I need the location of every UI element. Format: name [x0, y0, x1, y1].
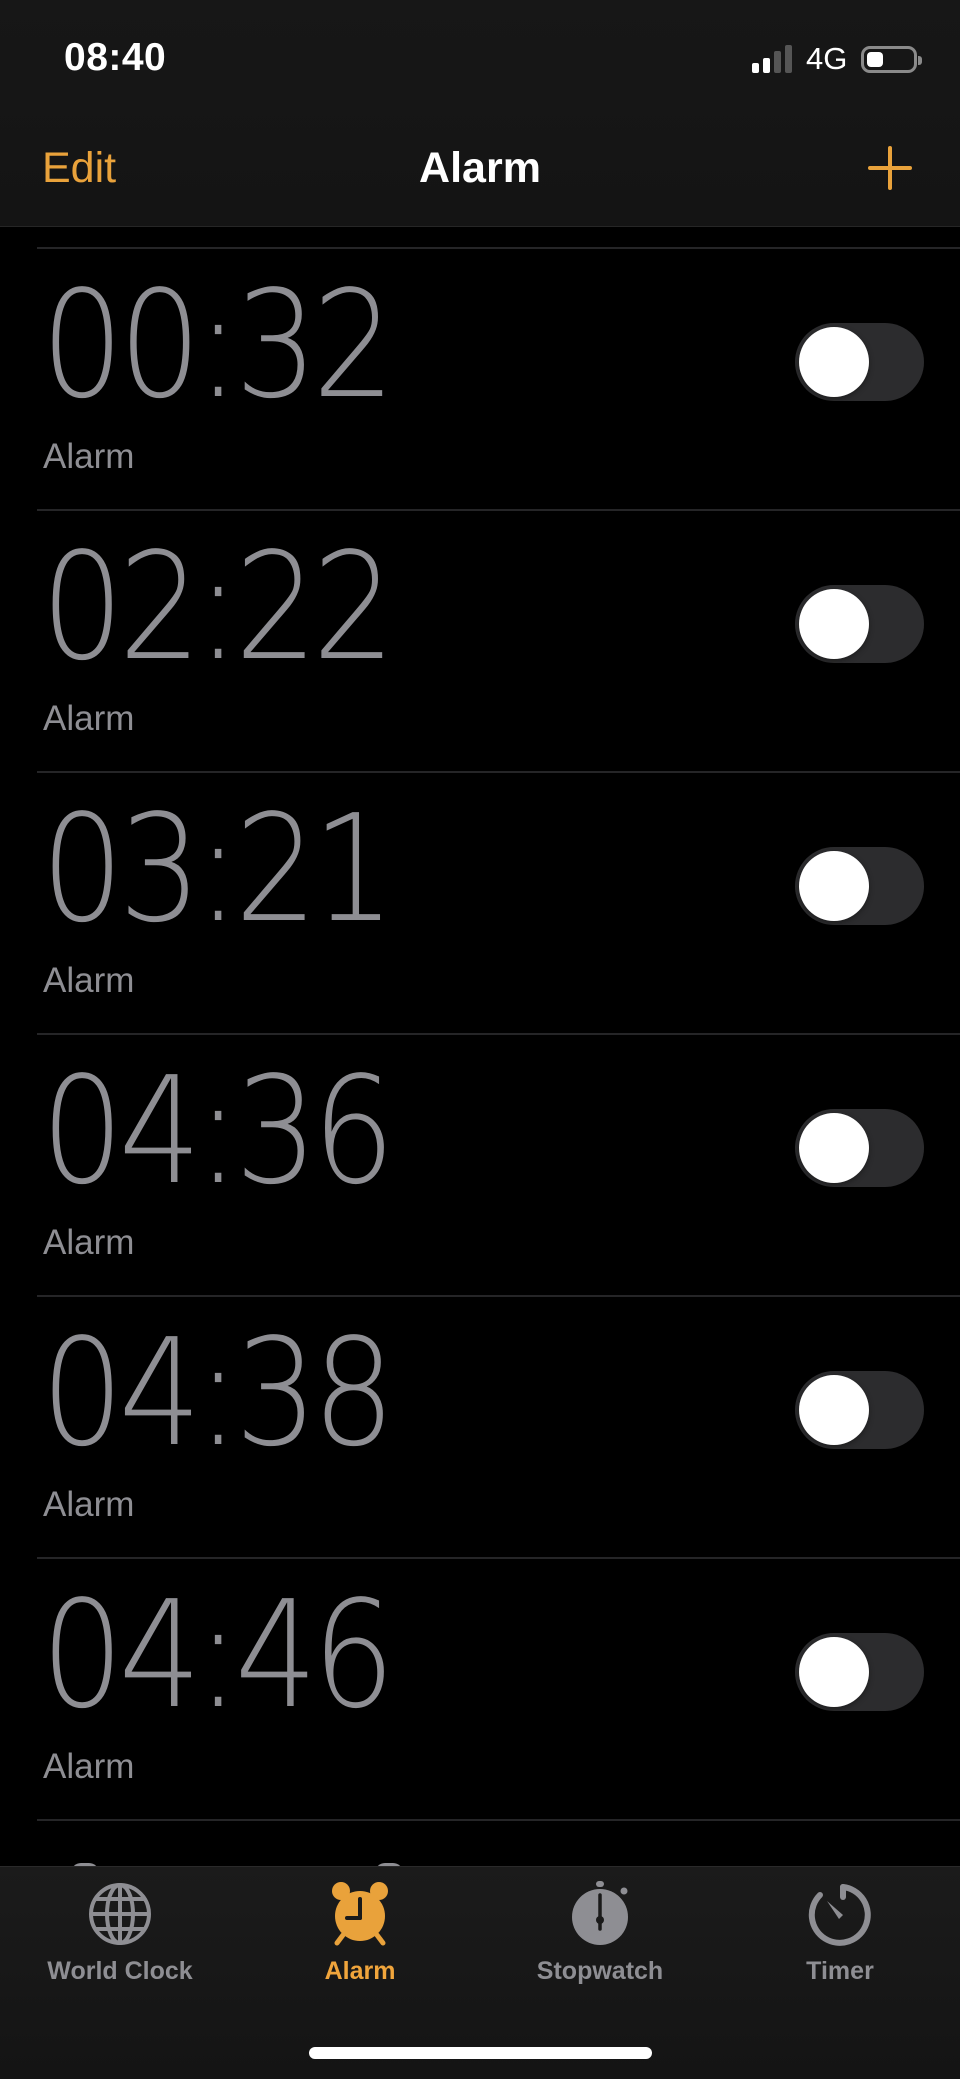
toggle-knob — [799, 327, 869, 397]
alarm-time: 04:46 — [41, 1569, 395, 1741]
tab-world-clock[interactable]: World Clock — [0, 1881, 240, 1991]
tab-bar: World Clock Alarm Stopwatch Timer — [0, 1866, 960, 2079]
alarm-time: 02:22 — [41, 521, 395, 693]
alarm-label: Alarm — [43, 437, 135, 476]
top-bar: 08:40 4G Edit Alarm — [0, 0, 960, 227]
alarm-row[interactable]: 03:21 Alarm — [37, 771, 960, 1033]
alarm-label: Alarm — [43, 1747, 135, 1786]
home-indicator[interactable] — [309, 2047, 652, 2059]
alarm-time: 00:32 — [41, 259, 395, 431]
toggle-knob — [799, 851, 869, 921]
alarm-row[interactable]: 02:22 Alarm — [37, 509, 960, 771]
add-alarm-button[interactable] — [866, 144, 914, 192]
alarm-label: Alarm — [43, 1223, 135, 1262]
globe-icon — [89, 1883, 151, 1945]
tab-stopwatch[interactable]: Stopwatch — [480, 1881, 720, 1991]
tab-alarm[interactable]: Alarm — [240, 1881, 480, 1991]
alarm-toggle[interactable] — [795, 1109, 924, 1187]
alarm-row[interactable]: 04:46 Alarm — [37, 1557, 960, 1819]
signal-bar — [774, 51, 781, 73]
alarm-row[interactable]: 04:38 Alarm — [37, 1295, 960, 1557]
alarm-time: 03:21 — [41, 783, 395, 955]
signal-bar — [752, 63, 759, 73]
alarm-toggle[interactable] — [795, 323, 924, 401]
signal-bar — [763, 58, 770, 73]
edit-button[interactable]: Edit — [42, 144, 116, 193]
battery-icon — [861, 45, 923, 73]
alarm-toggle[interactable] — [795, 585, 924, 663]
alarm-clock-icon — [332, 1882, 388, 1946]
alarm-label: Alarm — [43, 1485, 135, 1524]
toggle-knob — [799, 589, 869, 659]
alarm-list[interactable]: 00:32 Alarm 02:22 Alarm 03:21 Alarm 04:3… — [0, 247, 960, 1879]
tab-label: World Clock — [47, 1957, 193, 1985]
alarm-toggle[interactable] — [795, 847, 924, 925]
toggle-knob — [799, 1637, 869, 1707]
battery-fill — [867, 51, 883, 67]
alarm-time: 04:38 — [41, 1307, 395, 1479]
alarm-toggle[interactable] — [795, 1371, 924, 1449]
alarm-toggle[interactable] — [795, 1633, 924, 1711]
alarm-label: Alarm — [43, 699, 135, 738]
signal-bar — [785, 45, 792, 73]
network-type: 4G — [806, 41, 848, 76]
toggle-knob — [799, 1113, 869, 1183]
tab-timer[interactable]: Timer — [720, 1881, 960, 1991]
status-time: 08:40 — [64, 36, 167, 79]
tab-label: Timer — [806, 1957, 874, 1985]
battery-nub — [918, 55, 923, 65]
alarm-row[interactable]: 00:32 Alarm — [37, 247, 960, 509]
cellular-signal-icon — [752, 45, 792, 73]
alarm-row[interactable]: 04:36 Alarm — [37, 1033, 960, 1295]
stopwatch-icon — [572, 1881, 628, 1945]
timer-icon — [808, 1884, 871, 1946]
page-title: Alarm — [419, 144, 541, 192]
tab-label: Stopwatch — [536, 1957, 664, 1985]
toggle-knob — [799, 1375, 869, 1445]
tab-label: Alarm — [324, 1957, 396, 1985]
alarm-label: Alarm — [43, 961, 135, 1000]
alarm-time: 04:36 — [41, 1045, 395, 1217]
status-indicators: 4G — [752, 41, 923, 76]
